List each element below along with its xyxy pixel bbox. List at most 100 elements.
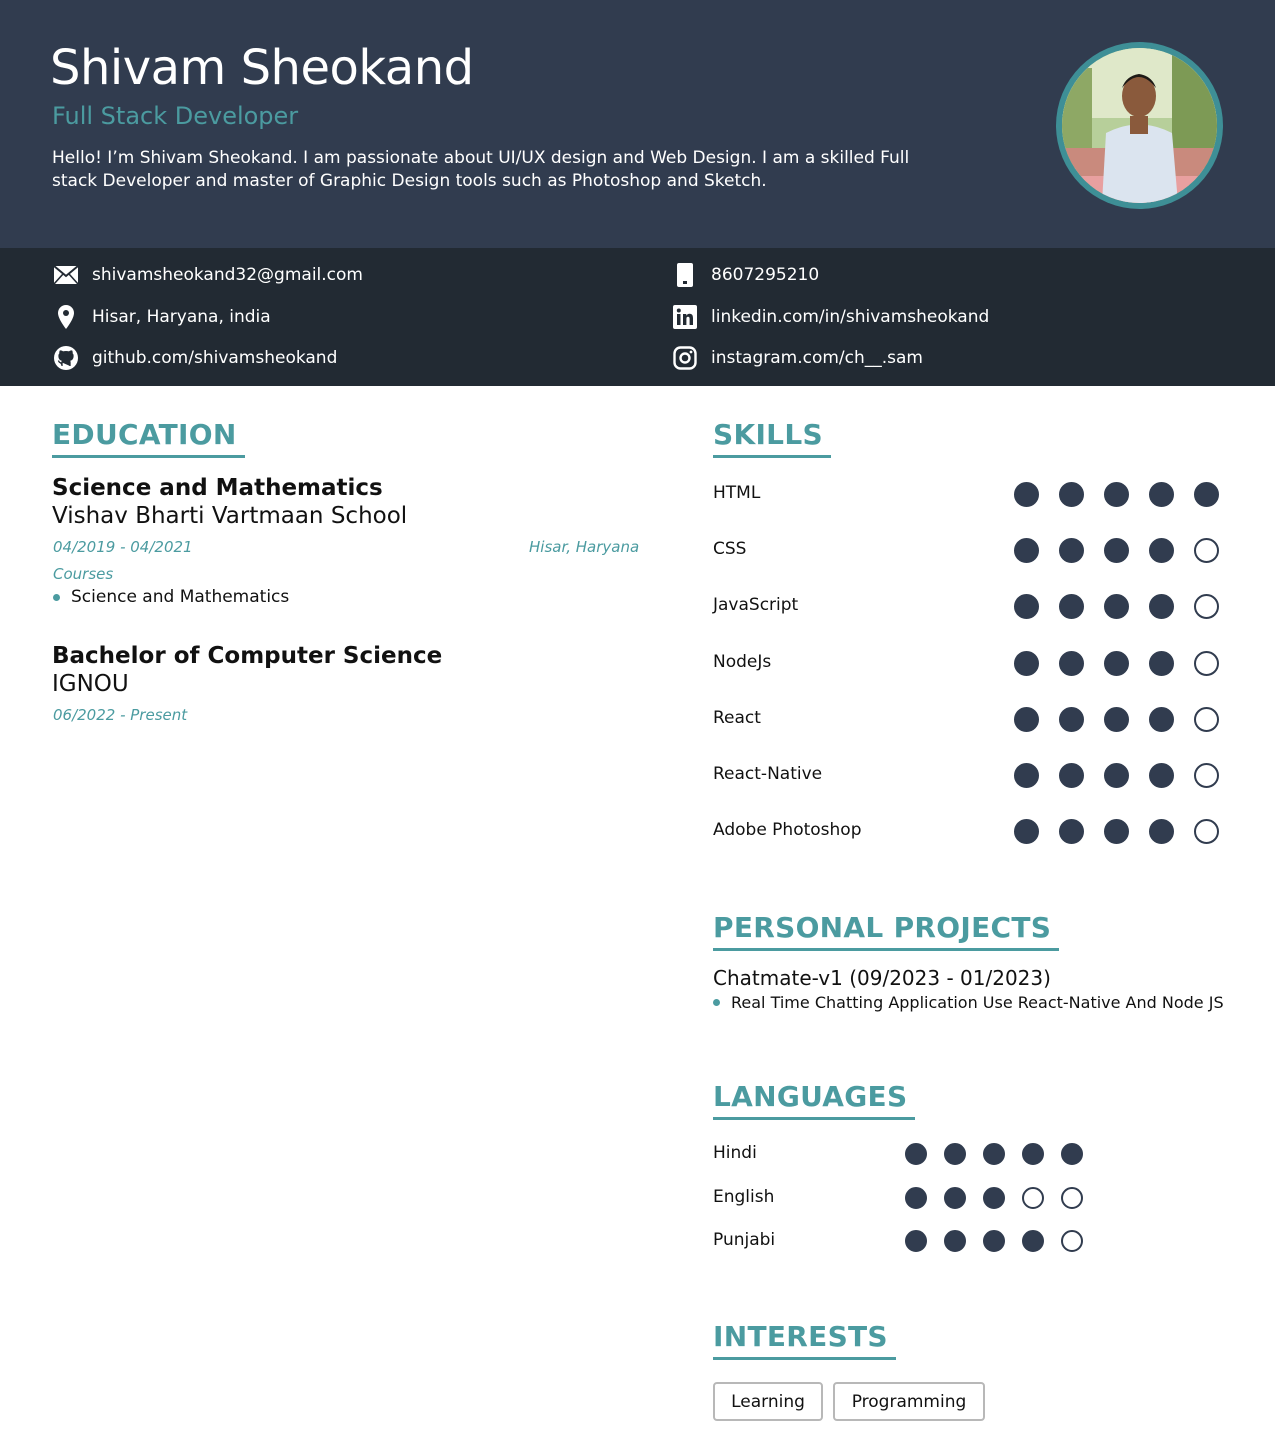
resume-header: Shivam Sheokand Full Stack Developer Hel… bbox=[0, 0, 1275, 248]
project-title: Chatmate-v1 (09/2023 - 01/2023) bbox=[713, 966, 1051, 990]
language-row: English bbox=[713, 1185, 1233, 1215]
rating-dot-filled bbox=[1059, 819, 1084, 844]
linkedin-text: linkedin.com/in/shivamsheokand bbox=[711, 307, 990, 327]
skill-row: React bbox=[713, 705, 1233, 735]
rating-dot-filled bbox=[1061, 1143, 1083, 1165]
skill-level-dots bbox=[1014, 707, 1239, 732]
location-text: Hisar, Haryana, india bbox=[92, 307, 271, 327]
language-name: English bbox=[713, 1187, 775, 1207]
rating-dot-empty bbox=[1061, 1187, 1083, 1209]
rating-dot-filled bbox=[1059, 763, 1084, 788]
rating-dot-filled bbox=[1014, 707, 1039, 732]
rating-dot-filled bbox=[983, 1187, 1005, 1209]
contact-email[interactable]: shivamsheokand32@gmail.com bbox=[53, 262, 363, 288]
contact-github[interactable]: github.com/shivamsheokand bbox=[53, 345, 337, 371]
rating-dot-filled bbox=[905, 1143, 927, 1165]
profile-photo bbox=[1062, 48, 1217, 203]
project-bullet-text: Real Time Chatting Application Use React… bbox=[731, 993, 1224, 1012]
profile-summary: Hello! I’m Shivam Sheokand. I am passion… bbox=[52, 148, 910, 191]
skill-row: React-Native bbox=[713, 761, 1233, 791]
rating-dot-filled bbox=[944, 1230, 966, 1252]
rating-dot-filled bbox=[1104, 651, 1129, 676]
education-location: Hisar, Haryana bbox=[529, 538, 640, 556]
skill-row: JavaScript bbox=[713, 592, 1233, 622]
course-text: Science and Mathematics bbox=[71, 587, 290, 607]
rating-dot-filled bbox=[1149, 594, 1174, 619]
rating-dot-filled bbox=[1014, 538, 1039, 563]
rating-dot-filled bbox=[983, 1143, 1005, 1165]
rating-dot-filled bbox=[1149, 763, 1174, 788]
email-text: shivamsheokand32@gmail.com bbox=[92, 265, 363, 285]
rating-dot-filled bbox=[1059, 594, 1084, 619]
project-bullet: Real Time Chatting Application Use React… bbox=[713, 993, 1224, 1012]
skill-name: React-Native bbox=[713, 764, 823, 784]
education-degree: Bachelor of Computer Science bbox=[52, 643, 443, 669]
skill-name: React bbox=[713, 708, 761, 728]
skill-name: JavaScript bbox=[713, 595, 799, 615]
language-row: Hindi bbox=[713, 1141, 1233, 1171]
rating-dot-filled bbox=[1059, 651, 1084, 676]
github-icon bbox=[53, 345, 79, 371]
contact-instagram[interactable]: instagram.com/ch__.sam bbox=[672, 345, 923, 371]
rating-dot-empty bbox=[1194, 763, 1219, 788]
rating-dot-filled bbox=[1022, 1143, 1044, 1165]
github-text: github.com/shivamsheokand bbox=[92, 348, 338, 368]
language-level-dots bbox=[905, 1187, 1100, 1209]
contact-phone[interactable]: 8607295210 bbox=[672, 262, 819, 288]
skills-heading: SKILLS bbox=[713, 418, 831, 458]
rating-dot-filled bbox=[905, 1230, 927, 1252]
rating-dot-filled bbox=[1059, 538, 1084, 563]
language-row: Punjabi bbox=[713, 1228, 1233, 1258]
skill-name: Adobe Photoshop bbox=[713, 820, 862, 840]
education-school: Vishav Bharti Vartmaan School bbox=[52, 503, 408, 529]
rating-dot-filled bbox=[1104, 594, 1129, 619]
mail-icon bbox=[53, 262, 79, 288]
language-name: Hindi bbox=[713, 1143, 757, 1163]
rating-dot-filled bbox=[1104, 538, 1129, 563]
skill-level-dots bbox=[1014, 651, 1239, 676]
education-heading: EDUCATION bbox=[52, 418, 245, 458]
rating-dot-filled bbox=[1014, 763, 1039, 788]
contact-bar: shivamsheokand32@gmail.com 8607295210 Hi… bbox=[0, 248, 1275, 386]
rating-dot-filled bbox=[1104, 707, 1129, 732]
rating-dot-filled bbox=[905, 1187, 927, 1209]
rating-dot-filled bbox=[1149, 651, 1174, 676]
skill-name: CSS bbox=[713, 539, 747, 559]
skill-row: NodeJs bbox=[713, 649, 1233, 679]
contact-linkedin[interactable]: linkedin.com/in/shivamsheokand bbox=[672, 304, 989, 330]
contact-location: Hisar, Haryana, india bbox=[53, 304, 271, 330]
rating-dot-filled bbox=[1149, 819, 1174, 844]
rating-dot-filled bbox=[1014, 594, 1039, 619]
rating-dot-filled bbox=[1149, 538, 1174, 563]
languages-heading: LANGUAGES bbox=[713, 1080, 916, 1120]
rating-dot-filled bbox=[983, 1230, 1005, 1252]
education-dates: 06/2022 - Present bbox=[53, 706, 188, 724]
phone-text: 8607295210 bbox=[711, 265, 820, 285]
rating-dot-filled bbox=[1014, 651, 1039, 676]
rating-dot-filled bbox=[944, 1187, 966, 1209]
skill-level-dots bbox=[1014, 538, 1239, 563]
instagram-text: instagram.com/ch__.sam bbox=[711, 348, 923, 368]
skill-row: CSS bbox=[713, 536, 1233, 566]
skill-level-dots bbox=[1014, 819, 1239, 844]
skill-name: NodeJs bbox=[713, 652, 772, 672]
rating-dot-empty bbox=[1194, 538, 1219, 563]
language-name: Punjabi bbox=[713, 1230, 776, 1250]
rating-dot-filled bbox=[1104, 482, 1129, 507]
rating-dot-empty bbox=[1061, 1230, 1083, 1252]
avatar bbox=[1056, 42, 1223, 209]
courses-label: Courses bbox=[53, 565, 114, 583]
interest-tag: Programming bbox=[833, 1382, 985, 1421]
language-level-dots bbox=[905, 1143, 1100, 1165]
rating-dot-empty bbox=[1194, 819, 1219, 844]
rating-dot-empty bbox=[1022, 1187, 1044, 1209]
education-school: IGNOU bbox=[52, 671, 129, 697]
rating-dot-filled bbox=[1059, 482, 1084, 507]
rating-dot-filled bbox=[1022, 1230, 1044, 1252]
skill-level-dots bbox=[1014, 594, 1239, 619]
education-dates: 04/2019 - 04/2021 bbox=[53, 538, 193, 556]
rating-dot-filled bbox=[1014, 482, 1039, 507]
skill-row: Adobe Photoshop bbox=[713, 817, 1233, 847]
person-name: Shivam Sheokand bbox=[50, 40, 474, 96]
course-item: Science and Mathematics bbox=[53, 587, 289, 607]
